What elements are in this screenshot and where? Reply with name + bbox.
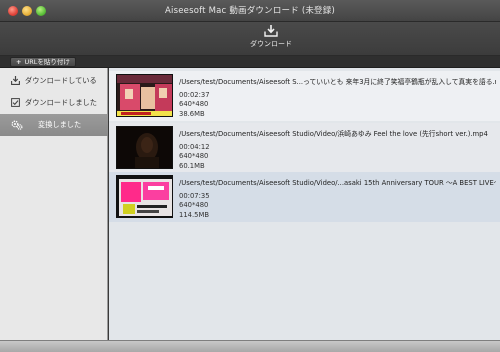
download-icon <box>11 76 20 85</box>
video-thumbnail <box>116 74 173 117</box>
file-path: /Users/test/Documents/Aiseesoft Studio/V… <box>179 130 488 138</box>
duration: 00:07:35 <box>179 191 210 200</box>
title-bar: Aiseesoft Mac 動画ダウンロード (未登録) <box>0 0 500 22</box>
resolution: 640*480 <box>179 100 209 108</box>
file-size: 60.1MB <box>179 161 205 170</box>
window-title: Aiseesoft Mac 動画ダウンロード (未登録) <box>165 6 335 16</box>
sidebar: ダウンロードしている ダウンロードしました 変換しました <box>0 68 108 340</box>
downloaded-icon <box>11 98 20 107</box>
list-item[interactable]: /Users/test/Documents/Aiseesoft S...っていい… <box>109 71 500 121</box>
sidebar-item-label: ダウンロードしました <box>25 98 97 107</box>
list-item[interactable]: /Users/test/Documents/Aiseesoft Studio/V… <box>109 123 500 173</box>
converted-file-list: /Users/test/Documents/Aiseesoft S...っていい… <box>109 68 500 340</box>
converted-gears-icon <box>11 120 23 130</box>
download-button[interactable]: ダウンロード <box>243 25 299 53</box>
duration: 00:02:37 <box>179 90 210 99</box>
toolbar: ダウンロード <box>0 22 500 56</box>
plus-icon: + <box>16 58 22 66</box>
video-thumbnail <box>116 126 173 169</box>
duration: 00:04:12 <box>179 142 210 151</box>
sidebar-item-converted[interactable]: 変換しました <box>0 114 108 136</box>
video-thumbnail <box>116 175 173 218</box>
sidebar-item-downloading[interactable]: ダウンロードしている <box>0 70 108 92</box>
url-bar: + URLを貼り付け <box>0 56 500 68</box>
sidebar-item-downloaded[interactable]: ダウンロードしました <box>0 92 108 114</box>
app-window: Aiseesoft Mac 動画ダウンロード (未登録) ダウンロード + URL… <box>0 0 500 352</box>
download-tray-icon <box>264 25 278 37</box>
sidebar-item-label: ダウンロードしている <box>25 76 97 85</box>
paste-url-button[interactable]: + URLを貼り付け <box>10 57 76 67</box>
resolution: 640*480 <box>179 201 209 209</box>
file-size: 38.6MB <box>179 109 205 118</box>
resolution: 640*480 <box>179 152 209 160</box>
download-button-label: ダウンロード <box>250 40 292 48</box>
file-path: /Users/test/Documents/Aiseesoft Studio/V… <box>179 179 496 187</box>
sidebar-item-label: 変換しました <box>38 120 82 129</box>
list-item[interactable]: /Users/test/Documents/Aiseesoft Studio/V… <box>109 172 500 222</box>
status-bar <box>0 340 500 352</box>
paste-url-label: URLを貼り付け <box>24 58 70 66</box>
file-path: /Users/test/Documents/Aiseesoft S...っていい… <box>179 78 496 86</box>
file-size: 114.5MB <box>179 210 209 219</box>
